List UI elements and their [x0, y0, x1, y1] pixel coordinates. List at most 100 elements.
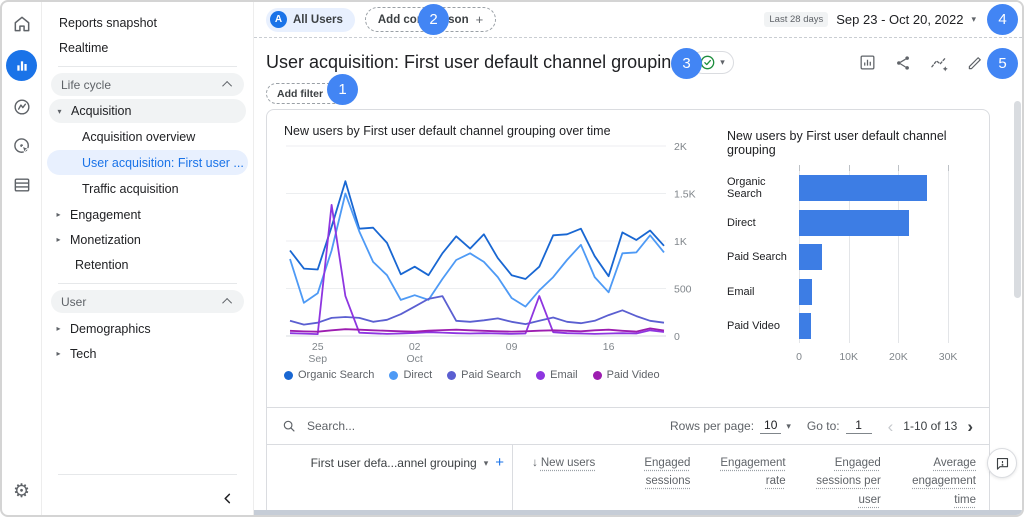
sidebar-item-life-cycle[interactable]: Life cycle: [51, 73, 244, 96]
rows-per-page-select[interactable]: 10: [760, 418, 782, 434]
library-icon[interactable]: [9, 172, 35, 198]
line-chart-title: New users by First user default channel …: [284, 124, 611, 138]
column-header-engagement-rate[interactable]: Engagement rate: [703, 445, 798, 509]
legend-item-organic-search: Organic Search: [284, 369, 374, 381]
bar-row-paid-video: Paid Video: [727, 309, 963, 344]
bar-category-label: Paid Search: [727, 251, 787, 264]
callout-1: 1: [327, 74, 358, 105]
home-icon[interactable]: [9, 11, 35, 37]
bar-chart-panel: New users by First user default channel …: [719, 110, 989, 407]
dimension-header-label: First user defa...annel grouping: [310, 456, 477, 470]
svg-text:02: 02: [409, 341, 421, 353]
line-series-paid-video: [289, 327, 665, 333]
vertical-scrollbar[interactable]: [1014, 101, 1021, 298]
pager: ‹ 1-10 of 13 ›: [888, 418, 973, 435]
feedback-button[interactable]: [987, 448, 1017, 478]
date-range-text[interactable]: Sep 23 - Oct 20, 2022: [836, 12, 963, 27]
legend-dot: [389, 370, 399, 380]
search-icon: [283, 420, 295, 432]
all-users-segment-chip[interactable]: A All Users: [266, 7, 355, 32]
horizontal-scrollbar[interactable]: [254, 510, 1022, 515]
legend-item-email: Email: [536, 369, 578, 381]
search-input[interactable]: Search...: [307, 419, 355, 433]
reports-nav-drawer: Reports snapshot Realtime Life cycle ▾ Acqui…: [42, 2, 254, 515]
column-header-new-users[interactable]: ↓ New users: [513, 445, 608, 509]
comparison-bar: A All Users Add comparison + Last 28 day…: [254, 2, 1022, 38]
chevron-down-icon[interactable]: ▾: [786, 421, 791, 432]
sidebar-item-monetization[interactable]: ▸ Monetization: [42, 227, 253, 252]
chevron-down-icon[interactable]: ▾: [484, 458, 489, 469]
admin-gear-icon[interactable]: ⚙: [13, 482, 30, 501]
callout-3: 3: [671, 48, 702, 79]
sidebar-item-engagement[interactable]: ▸ Engagement: [42, 202, 253, 227]
line-series-direct: [289, 192, 665, 308]
chevron-up-icon: [222, 80, 233, 91]
explore-icon[interactable]: [9, 94, 35, 120]
report-actions: [858, 53, 984, 73]
edit-pencil-icon[interactable]: [966, 54, 984, 72]
legend-item-direct: Direct: [389, 369, 432, 381]
share-icon[interactable]: [894, 54, 912, 72]
legend-dot: [284, 370, 293, 380]
sidebar-item-reports-snapshot[interactable]: Reports snapshot: [42, 10, 253, 35]
plus-icon: +: [475, 12, 484, 27]
add-dimension-icon[interactable]: +: [495, 455, 504, 470]
rows-per-page-label: Rows per page:: [669, 419, 755, 433]
svg-text:Sep: Sep: [308, 353, 327, 365]
bar-tick-label: 0: [796, 351, 802, 363]
legend-item-paid-video: Paid Video: [592, 369, 660, 381]
sidebar-item-traffic-acquisition[interactable]: Traffic acquisition: [42, 176, 253, 201]
nav-bottom: [42, 468, 253, 515]
chart-legend: Organic Search Direct Paid Search Email Paid…: [284, 369, 719, 381]
column-header-engaged-sessions-per-user[interactable]: Engaged sessions per user: [799, 445, 894, 509]
legend-dot: [592, 370, 602, 380]
advertising-icon[interactable]: [9, 133, 35, 159]
line-chart: 2K 1.5K 1K 500 0 25Sep 02Oct 09 16: [286, 141, 696, 365]
nav-divider: [58, 66, 237, 67]
triangle-down-icon: ▾: [57, 106, 62, 116]
sidebar-item-user[interactable]: User: [51, 290, 244, 313]
svg-text:1.5K: 1.5K: [674, 189, 696, 201]
collapse-drawer-button[interactable]: [42, 481, 253, 515]
report-card: New users by First user default channel …: [266, 109, 990, 515]
feedback-bubble-icon: [996, 457, 1008, 470]
bar-row-paid-search: Paid Search: [727, 240, 963, 275]
sidebar-item-user-acquisition-first-user[interactable]: User acquisition: First user ...: [47, 150, 248, 175]
bar-axis-ticks: 0 10K 20K 30K: [727, 351, 963, 367]
goto-label: Go to:: [806, 419, 840, 433]
previous-page-icon[interactable]: ‹: [888, 418, 894, 435]
legend-item-paid-search: Paid Search: [447, 369, 521, 381]
bar-category-label: Paid Video: [727, 320, 781, 333]
svg-text:Oct: Oct: [406, 353, 422, 365]
insights-icon[interactable]: [929, 53, 949, 73]
bar-row-direct: Direct: [727, 206, 963, 241]
sidebar-item-realtime[interactable]: Realtime: [42, 35, 253, 60]
app-icon-rail: ⚙: [2, 2, 42, 515]
charts-row: New users by First user default channel …: [267, 110, 989, 407]
chevron-down-icon[interactable]: ▾: [971, 14, 976, 25]
bar-chart-title: New users by First user default channel …: [727, 129, 947, 157]
legend-dot: [536, 370, 546, 380]
sidebar-item-demographics[interactable]: ▸ Demographics: [42, 316, 253, 341]
reports-icon[interactable]: [6, 50, 37, 81]
next-page-icon[interactable]: ›: [967, 418, 973, 435]
bar: [799, 313, 811, 340]
goto-page-input[interactable]: 1: [845, 418, 872, 434]
chevron-down-icon: ▾: [720, 57, 725, 67]
report-title-row: User acquisition: First user default cha…: [254, 38, 1022, 74]
svg-text:25: 25: [312, 341, 324, 353]
sidebar-item-acquisition-overview[interactable]: Acquisition overview: [42, 124, 253, 149]
column-header-engaged-sessions[interactable]: Engaged sessions: [608, 445, 703, 509]
callout-2: 2: [418, 4, 449, 35]
sidebar-item-retention[interactable]: Retention: [42, 252, 253, 277]
sidebar-item-acquisition[interactable]: ▾ Acquisition: [49, 99, 246, 123]
dimension-header-cell[interactable]: First user defa...annel grouping ▾ +: [267, 445, 513, 510]
bar-tick-label: 30K: [938, 351, 958, 363]
column-header-average-engagement-time[interactable]: Average engagement time: [894, 445, 989, 509]
customize-report-icon[interactable]: [858, 53, 877, 72]
sidebar-item-tech[interactable]: ▸ Tech: [42, 341, 253, 366]
svg-text:500: 500: [674, 284, 692, 296]
bar: [799, 209, 910, 236]
bar-category-label: Direct: [727, 216, 756, 229]
filter-row: Add filter +: [254, 74, 1022, 104]
